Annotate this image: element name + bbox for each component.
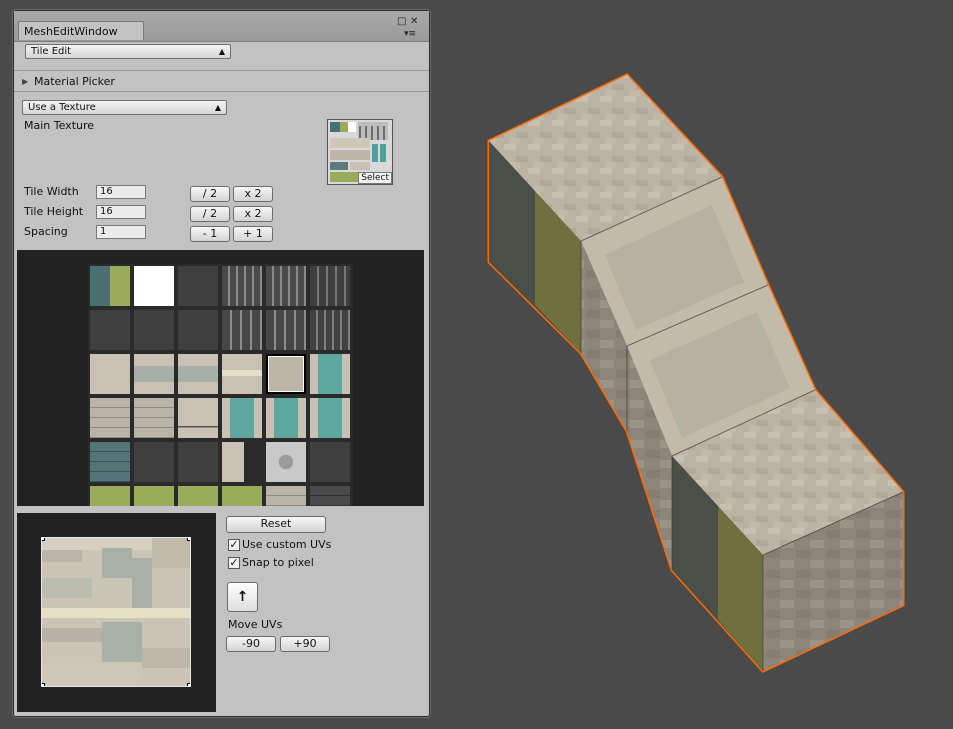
tile-cell-dark[interactable] <box>134 310 174 350</box>
rotate-minus-90-button[interactable]: -90 <box>226 636 276 652</box>
window-titlebar: MeshEditWindow □ ✕ ▾≡ <box>14 11 429 42</box>
tile-cell-stone-trim[interactable] <box>134 354 174 394</box>
move-uvs-up-button[interactable]: ↑ <box>227 582 258 612</box>
tile-cell-grass[interactable] <box>90 486 130 506</box>
tile-cell-stone-trim[interactable] <box>178 354 218 394</box>
tile-cell-dark-brick[interactable] <box>310 486 350 506</box>
snap-to-pixel-label: Snap to pixel <box>242 556 314 569</box>
spacing-label: Spacing <box>24 225 68 238</box>
tile-cell-teal-green[interactable] <box>90 266 130 306</box>
tile-cell-grass[interactable] <box>178 486 218 506</box>
tile-height-field[interactable]: 16 <box>96 205 146 219</box>
tile-cell-stone-brick[interactable] <box>134 398 174 438</box>
tile-cell-grass[interactable] <box>134 486 174 506</box>
tile-cell-dark[interactable] <box>178 266 218 306</box>
tile-cell-fence-gate[interactable] <box>222 310 262 350</box>
tile-cell-white[interactable] <box>134 266 174 306</box>
uv-corner-handle[interactable] <box>187 683 190 686</box>
tile-width-label: Tile Width <box>24 185 79 198</box>
spacing-minus-button[interactable]: - 1 <box>190 226 230 242</box>
snap-to-pixel-checkbox[interactable]: ✓ <box>228 557 240 569</box>
tile-cell-teal-strip[interactable] <box>266 398 306 438</box>
tile-cell-fence-top[interactable] <box>266 266 306 306</box>
tile-cell-teal-strip[interactable] <box>222 398 262 438</box>
spacing-field[interactable]: 1 <box>96 225 146 239</box>
main-texture-thumbnail[interactable]: Select <box>327 119 393 185</box>
texture-source-value: Use a Texture <box>28 102 96 113</box>
scene-viewport[interactable] <box>440 0 953 729</box>
mode-dropdown[interactable]: Tile Edit ▲︎ <box>25 44 231 59</box>
tile-cell-dark[interactable] <box>90 310 130 350</box>
tile-width-double-button[interactable]: x 2 <box>233 186 273 202</box>
uv-preview-tile[interactable] <box>41 537 191 687</box>
main-texture-label: Main Texture <box>24 119 95 132</box>
uv-corner-handle[interactable] <box>187 538 190 541</box>
tile-cell-teal-strip[interactable] <box>310 398 350 438</box>
uv-preview-image <box>42 538 190 686</box>
rotate-plus-90-button[interactable]: +90 <box>280 636 330 652</box>
dropdown-arrow-icon: ▲︎ <box>218 47 225 56</box>
dropdown-arrow-icon: ▲︎ <box>214 103 221 112</box>
arrow-up-icon: ↑ <box>236 589 249 605</box>
uv-corner-handle[interactable] <box>42 538 45 541</box>
tile-cell-stone[interactable] <box>90 354 130 394</box>
texture-source-dropdown[interactable]: Use a Texture ▲︎ <box>22 100 227 115</box>
tile-height-label: Tile Height <box>24 205 84 218</box>
divider <box>14 70 429 71</box>
select-texture-button[interactable]: Select <box>358 172 392 184</box>
tile-cell-teal-strip[interactable] <box>310 354 350 394</box>
uv-corner-handle[interactable] <box>42 683 45 686</box>
tile-cell-fence-top-dark[interactable] <box>310 266 350 306</box>
material-picker-label: Material Picker <box>34 75 115 88</box>
mode-dropdown-value: Tile Edit <box>31 46 72 57</box>
tile-cell-stone-half[interactable] <box>222 442 262 482</box>
tile-height-double-button[interactable]: x 2 <box>233 206 273 222</box>
uv-preview-area[interactable] <box>17 513 216 712</box>
maximize-icon[interactable]: □ <box>397 17 406 27</box>
tile-palette-grid[interactable] <box>88 264 353 506</box>
tile-cell-stone-band[interactable] <box>222 354 262 394</box>
foldout-arrow-icon: ▶ <box>22 77 29 86</box>
tile-height-halve-button[interactable]: / 2 <box>190 206 230 222</box>
tile-cell-fence-top[interactable] <box>222 266 262 306</box>
tile-cell-grass[interactable] <box>222 486 262 506</box>
tile-cell-stone-selected[interactable] <box>266 354 306 394</box>
tile-width-halve-button[interactable]: / 2 <box>190 186 230 202</box>
move-uvs-label: Move UVs <box>228 618 283 631</box>
material-picker-foldout[interactable]: ▶ Material Picker <box>22 74 402 90</box>
use-custom-uvs-label: Use custom UVs <box>242 538 332 551</box>
tile-cell-dark[interactable] <box>310 442 350 482</box>
close-icon[interactable]: ✕ <box>410 17 418 27</box>
tile-cell-stone-plain[interactable] <box>178 398 218 438</box>
tile-cell-dark[interactable] <box>134 442 174 482</box>
tile-palette-area[interactable] <box>17 250 424 506</box>
tile-cell-stone-brick[interactable] <box>90 398 130 438</box>
tile-cell-stone-emblem[interactable] <box>266 442 306 482</box>
divider <box>14 91 429 92</box>
mesh-edit-window: MeshEditWindow □ ✕ ▾≡ Tile Edit ▲︎ ▶ Mat… <box>13 10 430 717</box>
window-menu-icon[interactable]: ▾≡ <box>404 29 416 39</box>
reset-uvs-button[interactable]: Reset <box>226 516 326 533</box>
tile-cell-dark[interactable] <box>178 442 218 482</box>
tile-cell-dark[interactable] <box>178 310 218 350</box>
tile-width-field[interactable]: 16 <box>96 185 146 199</box>
tile-cell-fence-gate[interactable] <box>266 310 306 350</box>
tile-cell-fence-bars[interactable] <box>310 310 350 350</box>
spacing-plus-button[interactable]: + 1 <box>233 226 273 242</box>
tile-cell-stone-brick[interactable] <box>266 486 306 506</box>
window-tab[interactable]: MeshEditWindow <box>18 21 144 40</box>
tile-cell-teal-brick[interactable] <box>90 442 130 482</box>
use-custom-uvs-checkbox[interactable]: ✓ <box>228 539 240 551</box>
